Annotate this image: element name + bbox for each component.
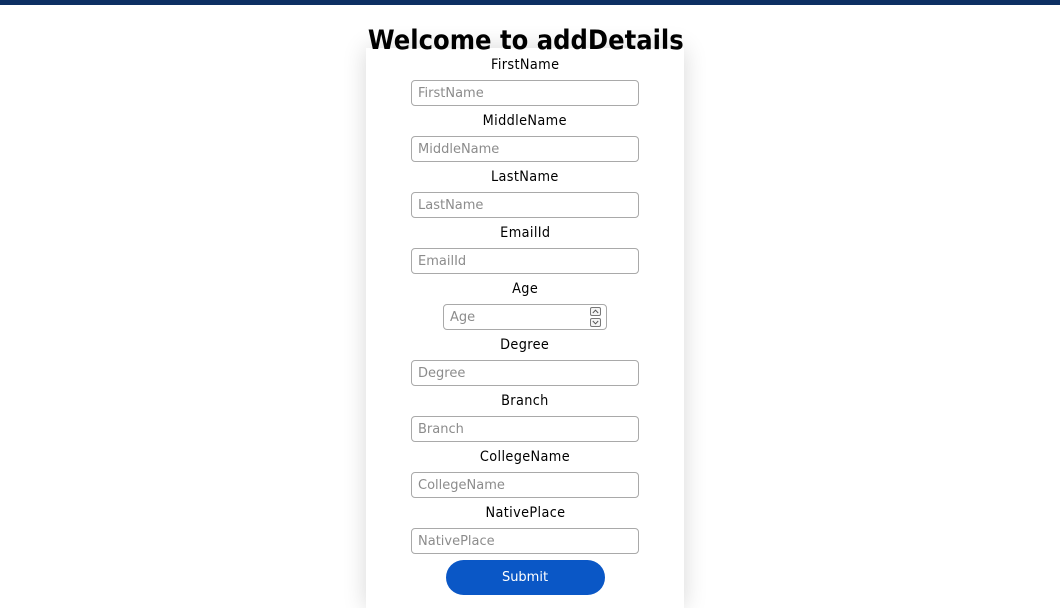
- top-bar: [0, 0, 1060, 5]
- email-id-field: EmailId: [366, 224, 684, 280]
- age-field: Age: [366, 280, 684, 336]
- age-increment-button[interactable]: [590, 307, 601, 316]
- first-name-field: FirstName: [366, 56, 684, 112]
- add-details-form: FirstName MiddleName LastName EmailId Ag…: [366, 56, 684, 595]
- age-label: Age: [511, 281, 539, 297]
- email-id-label: EmailId: [499, 225, 551, 241]
- chevron-up-icon: [592, 309, 599, 314]
- age-spinner: [590, 307, 601, 327]
- submit-row: Submit: [366, 560, 684, 595]
- degree-label: Degree: [500, 337, 550, 353]
- native-place-input[interactable]: [411, 528, 639, 554]
- chevron-down-icon: [592, 320, 599, 325]
- branch-input[interactable]: [411, 416, 639, 442]
- middle-name-input[interactable]: [411, 136, 639, 162]
- page-title: Welcome to addDetails: [367, 25, 684, 56]
- first-name-label: FirstName: [490, 57, 560, 73]
- college-name-label: CollegeName: [479, 449, 571, 465]
- last-name-label: LastName: [491, 169, 559, 185]
- last-name-field: LastName: [366, 168, 684, 224]
- age-decrement-button[interactable]: [590, 318, 601, 327]
- degree-field: Degree: [366, 336, 684, 392]
- native-place-field: NativePlace: [366, 504, 684, 560]
- middle-name-label: MiddleName: [482, 113, 568, 129]
- branch-field: Branch: [366, 392, 684, 448]
- last-name-input[interactable]: [411, 192, 639, 218]
- age-input-wrapper: [443, 304, 607, 330]
- college-name-input[interactable]: [411, 472, 639, 498]
- first-name-input[interactable]: [411, 80, 639, 106]
- branch-label: Branch: [501, 393, 549, 409]
- age-input[interactable]: [443, 304, 607, 330]
- degree-input[interactable]: [411, 360, 639, 386]
- submit-button[interactable]: Submit: [445, 560, 605, 595]
- email-id-input[interactable]: [411, 248, 639, 274]
- native-place-label: NativePlace: [484, 505, 565, 521]
- college-name-field: CollegeName: [366, 448, 684, 504]
- middle-name-field: MiddleName: [366, 112, 684, 168]
